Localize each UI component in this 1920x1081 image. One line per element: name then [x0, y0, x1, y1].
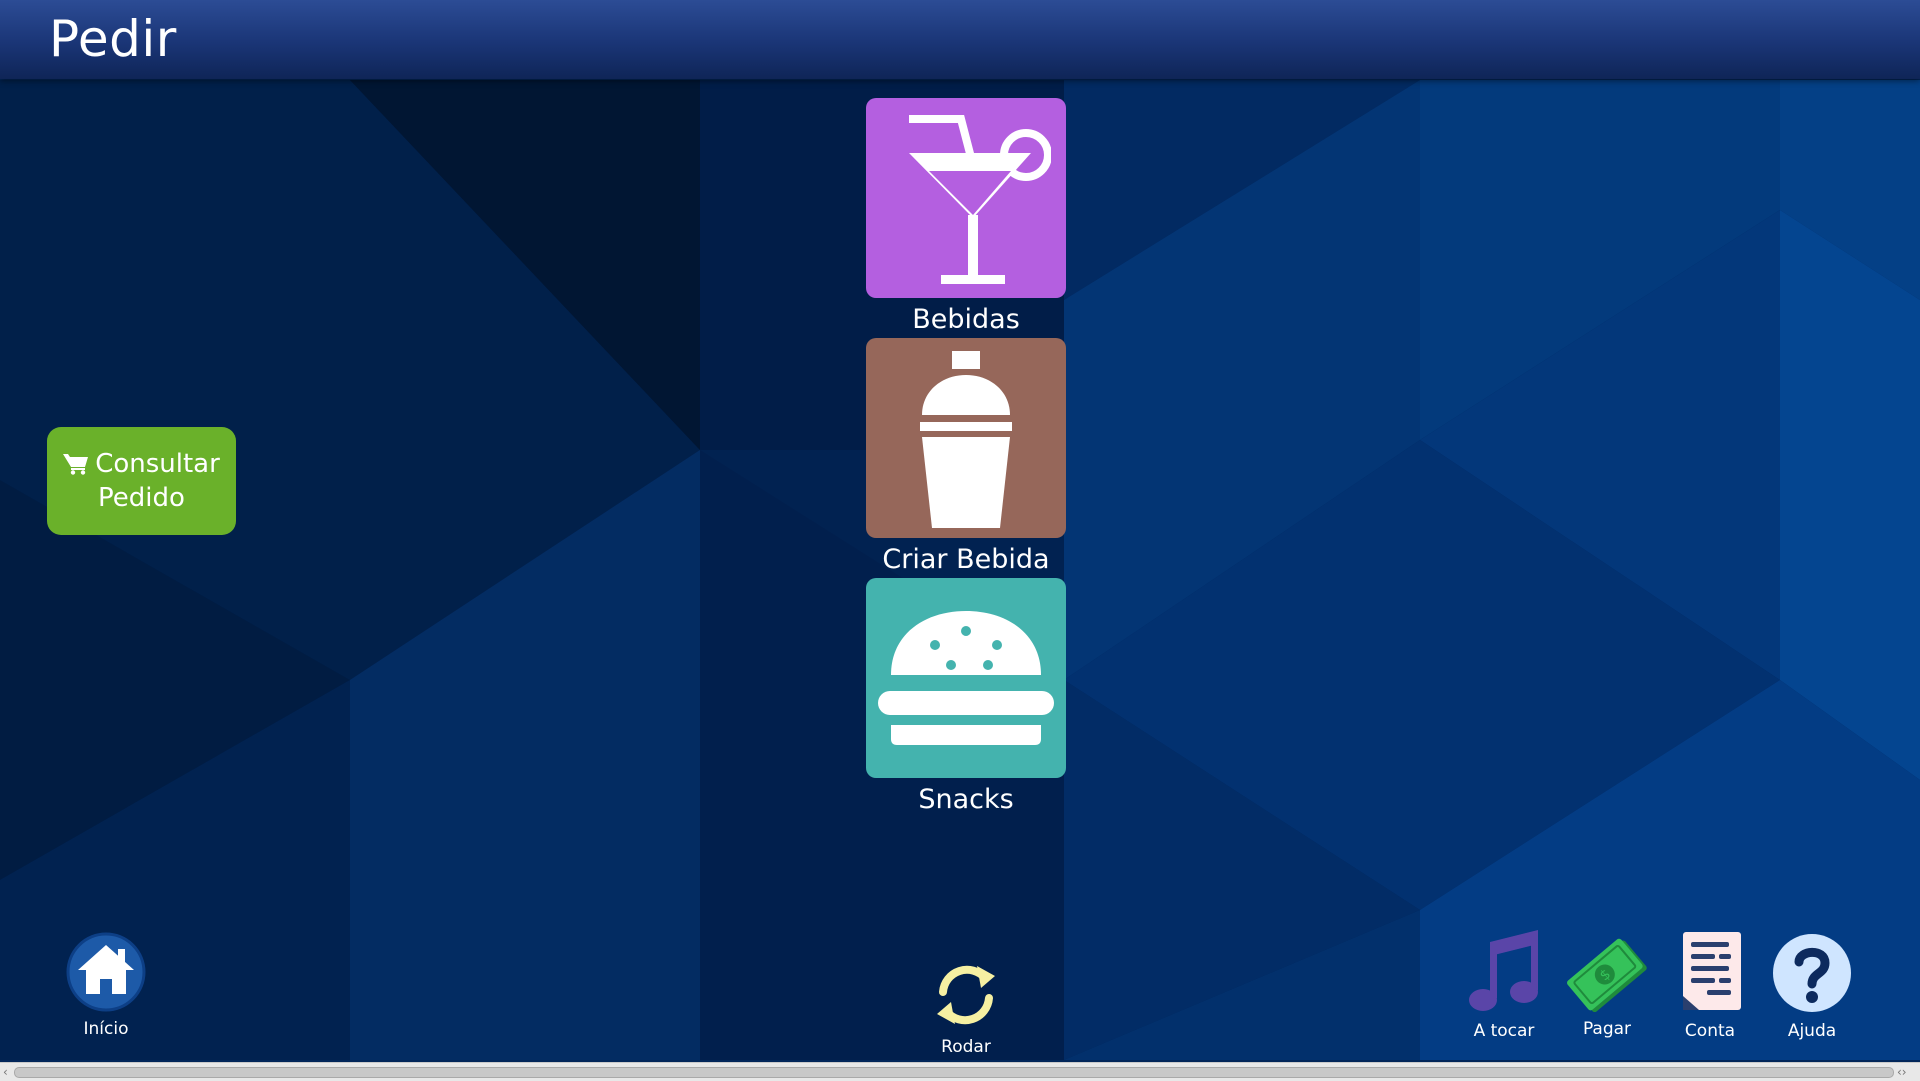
help-icon [1773, 934, 1851, 1012]
tile-bebidas-label: Bebidas [912, 304, 1020, 335]
consultar-pedido-button[interactable]: Consultar Pedido [47, 427, 236, 535]
nav-pay-label: Pagar [1582, 1019, 1632, 1039]
cocktail-icon [909, 115, 1051, 284]
nav-help-label: Ajuda [1787, 1021, 1837, 1041]
nav-bill-button[interactable]: Conta [1670, 930, 1750, 1041]
scroll-right-arrow-icon[interactable]: ‹› [1897, 1063, 1907, 1081]
nav-playing-button[interactable]: A tocar [1464, 928, 1544, 1041]
receipt-icon [1683, 932, 1741, 1010]
nav-home-button[interactable]: Início [66, 932, 146, 1039]
cart-icon [63, 454, 89, 475]
shaker-icon [920, 351, 1012, 528]
consultar-line1: Consultar [63, 447, 220, 481]
nav-help-button[interactable]: Ajuda [1771, 932, 1853, 1041]
money-icon: $ [1567, 938, 1647, 1013]
page-title: Pedir [49, 10, 177, 68]
nav-rotate-button[interactable]: Rodar [926, 960, 1006, 1057]
tile-bebidas[interactable]: Bebidas [866, 98, 1066, 335]
nav-bill-label: Conta [1684, 1021, 1736, 1041]
tile-criar-bebida-label: Criar Bebida [882, 544, 1050, 575]
tile-snacks[interactable]: Snacks [866, 578, 1066, 815]
tile-snacks-box[interactable] [866, 578, 1066, 778]
consultar-label-1: Consultar [95, 449, 220, 479]
horizontal-scrollbar[interactable]: ‹ ‹› [0, 1062, 1920, 1081]
tile-criar-bebida-box[interactable] [866, 338, 1066, 538]
header-bar: Pedir [0, 0, 1920, 79]
tile-snacks-label: Snacks [918, 784, 1014, 815]
scroll-left-arrow-icon[interactable]: ‹ [3, 1063, 8, 1081]
tile-criar-bebida[interactable]: Criar Bebida [866, 338, 1066, 575]
consultar-label-2: Pedido [98, 483, 185, 513]
tile-bebidas-box[interactable] [866, 98, 1066, 298]
scrollbar-thumb[interactable] [14, 1067, 1894, 1078]
burger-icon [878, 611, 1054, 745]
nav-pay-button[interactable]: $ Pagar [1566, 932, 1648, 1039]
music-note-icon [1469, 930, 1538, 1011]
nav-playing-label: A tocar [1473, 1021, 1535, 1041]
rotate-icon [937, 965, 995, 1025]
nav-rotate-label: Rodar [941, 1037, 991, 1057]
nav-home-label: Início [83, 1019, 129, 1039]
home-icon [66, 932, 146, 1012]
